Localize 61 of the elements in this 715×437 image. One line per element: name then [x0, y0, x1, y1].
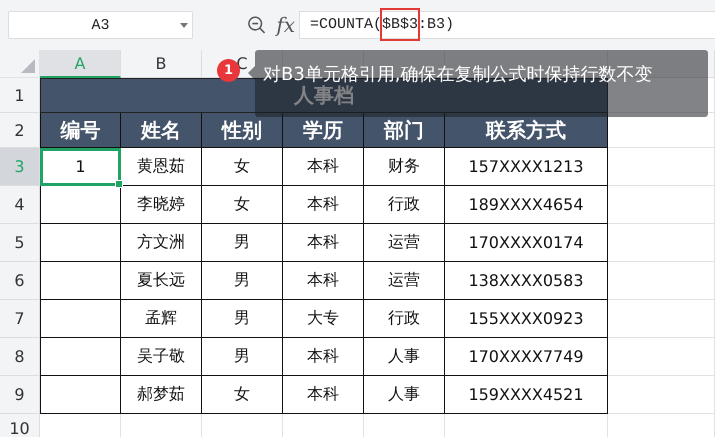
- table-cell[interactable]: 本科: [283, 224, 364, 262]
- row-header[interactable]: 7: [0, 300, 40, 338]
- table-cell[interactable]: 李晓婷: [121, 186, 202, 224]
- row-header[interactable]: 6: [0, 262, 40, 300]
- table-cell[interactable]: [40, 224, 121, 262]
- empty-cell[interactable]: [608, 376, 715, 414]
- name-box[interactable]: A3: [8, 11, 193, 39]
- formula-text: =COUNTA($B$3:B3): [308, 10, 456, 40]
- row-header[interactable]: 1: [0, 78, 40, 113]
- column-header[interactable]: B: [121, 50, 202, 78]
- column-heading: 部门: [364, 113, 445, 148]
- row-header[interactable]: 5: [0, 224, 40, 262]
- table-cell[interactable]: 大专: [283, 300, 364, 338]
- table-cell[interactable]: 男: [202, 338, 283, 376]
- dropdown-caret-icon[interactable]: [180, 23, 188, 28]
- table-cell[interactable]: [40, 186, 121, 224]
- table-cell[interactable]: 女: [202, 186, 283, 224]
- column-heading: 学历: [283, 113, 364, 148]
- table-cell[interactable]: 夏长远: [121, 262, 202, 300]
- row-header[interactable]: 9: [0, 376, 40, 414]
- table-cell[interactable]: 女: [202, 148, 283, 186]
- formula-field[interactable]: =COUNTA($B$3:B3): [299, 11, 715, 39]
- empty-cell[interactable]: [608, 338, 715, 376]
- column-heading: 性别: [202, 113, 283, 148]
- table-cell[interactable]: [40, 300, 121, 338]
- table-cell[interactable]: 男: [202, 224, 283, 262]
- table-cell[interactable]: [40, 338, 121, 376]
- table-cell[interactable]: 男: [202, 300, 283, 338]
- column-heading: 联系方式: [445, 113, 608, 148]
- row-header[interactable]: 10: [0, 414, 40, 437]
- table-cell[interactable]: 吴子敬: [121, 338, 202, 376]
- table-cell[interactable]: 黄恩茹: [121, 148, 202, 186]
- table-cell[interactable]: 本科: [283, 338, 364, 376]
- zoom-out-icon[interactable]: [247, 15, 266, 35]
- table-cell[interactable]: 本科: [283, 186, 364, 224]
- fill-handle[interactable]: [115, 180, 123, 188]
- table-cell[interactable]: 男: [202, 262, 283, 300]
- function-label[interactable]: fx: [276, 13, 295, 37]
- table-cell[interactable]: 孟辉: [121, 300, 202, 338]
- column-heading: 编号: [40, 113, 121, 148]
- empty-cell[interactable]: [608, 262, 715, 300]
- row-header[interactable]: 8: [0, 338, 40, 376]
- row-header[interactable]: 4: [0, 186, 40, 224]
- table-cell[interactable]: 人事: [364, 338, 445, 376]
- column-heading: 姓名: [121, 113, 202, 148]
- row-header[interactable]: 2: [0, 113, 40, 148]
- table-cell[interactable]: 本科: [283, 148, 364, 186]
- empty-cell[interactable]: [608, 224, 715, 262]
- select-all-icon[interactable]: [21, 59, 35, 73]
- table-cell[interactable]: 财务: [364, 148, 445, 186]
- empty-cell[interactable]: [608, 186, 715, 224]
- table-cell[interactable]: 运营: [364, 262, 445, 300]
- table-cell[interactable]: 1: [40, 148, 121, 186]
- empty-cell[interactable]: [608, 148, 715, 186]
- table-cell[interactable]: 运营: [364, 224, 445, 262]
- table-cell[interactable]: 本科: [283, 262, 364, 300]
- empty-cell[interactable]: [608, 300, 715, 338]
- table-cell[interactable]: 行政: [364, 186, 445, 224]
- table-cell[interactable]: 方文洲: [121, 224, 202, 262]
- table-cell[interactable]: 行政: [364, 300, 445, 338]
- table-cell[interactable]: [40, 262, 121, 300]
